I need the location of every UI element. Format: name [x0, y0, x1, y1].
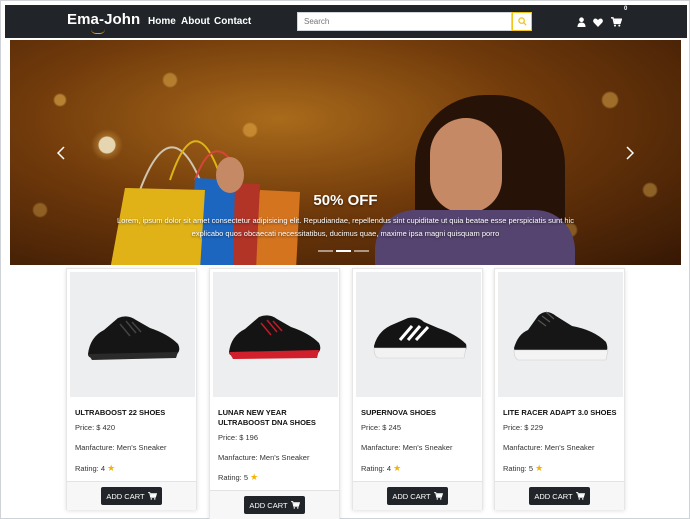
page-frame: Ema-John Home About Contact Search 0 50%… — [0, 0, 690, 519]
nav-link-home[interactable]: Home — [148, 16, 176, 27]
carousel-indicator-active[interactable] — [336, 250, 351, 252]
cart-icon[interactable] — [610, 16, 622, 28]
star-icon: ★ — [107, 463, 116, 473]
carousel-title: 50% OFF — [313, 192, 378, 209]
product-price: Price: $ 196 — [218, 433, 259, 442]
add-cart-label: ADD CART — [392, 491, 431, 501]
shoe-image — [229, 315, 321, 359]
carousel-indicators — [318, 250, 369, 252]
product-price: Price: $ 229 — [503, 423, 544, 432]
heart-icon[interactable] — [592, 16, 604, 28]
product-card: SUPERNOVA SHOES Price: $ 245 Manfacture:… — [352, 268, 483, 510]
brand-logo[interactable]: Ema-John — [67, 11, 140, 28]
product-name: ULTRABOOST 22 SHOES — [75, 408, 166, 417]
product-card: LUNAR NEW YEAR ULTRABOOST DNA SHOES Pric… — [209, 268, 340, 519]
shoe-image — [373, 317, 467, 359]
product-rating: Rating: 5 ★ — [218, 472, 258, 483]
hero-carousel: 50% OFF Lorem, ipsum dolor sit amet cons… — [10, 40, 681, 265]
product-rating: Rating: 4 ★ — [361, 463, 401, 474]
product-name: LUNAR NEW YEAR ULTRABOOST DNA SHOES — [218, 408, 316, 427]
product-rating-text: Rating: 4 — [75, 464, 106, 473]
product-manufacturer: Manfacture: Men's Sneaker — [503, 443, 595, 452]
product-manufacturer: Manfacture: Men's Sneaker — [218, 453, 310, 462]
product-rating-text: Rating: 4 — [361, 464, 392, 473]
add-cart-label: ADD CART — [249, 500, 288, 510]
nav-link-about[interactable]: About — [181, 16, 210, 27]
user-icon[interactable] — [575, 16, 587, 28]
nav-link-contact[interactable]: Contact — [214, 16, 251, 27]
star-icon: ★ — [535, 463, 544, 473]
shoe-image — [513, 311, 609, 361]
search-input[interactable] — [297, 12, 512, 31]
card-footer: ADD CART — [353, 481, 482, 510]
cart-icon — [147, 492, 157, 500]
brand-smile-mark — [91, 29, 105, 34]
product-price: Price: $ 245 — [361, 423, 402, 432]
card-footer: ADD CART — [210, 490, 339, 519]
add-cart-button[interactable]: ADD CART — [529, 487, 590, 505]
chevron-left-icon — [57, 146, 65, 160]
product-rating-text: Rating: 5 — [218, 473, 249, 482]
carousel-text: Lorem, ipsum dolor sit amet consectetur … — [117, 216, 574, 238]
search-icon — [517, 17, 527, 26]
add-cart-label: ADD CART — [534, 491, 573, 501]
product-rating: Rating: 4 ★ — [75, 463, 115, 474]
product-manufacturer: Manfacture: Men's Sneaker — [361, 443, 453, 452]
add-cart-label: ADD CART — [106, 491, 145, 501]
cart-icon — [433, 492, 443, 500]
carousel-indicator[interactable] — [318, 250, 333, 252]
product-name: LITE RACER ADAPT 3.0 SHOES — [503, 408, 617, 417]
search-button[interactable] — [512, 12, 532, 31]
product-price: Price: $ 420 — [75, 423, 116, 432]
product-image[interactable] — [356, 272, 481, 397]
card-footer: ADD CART — [67, 481, 196, 510]
star-icon: ★ — [393, 463, 402, 473]
cart-icon — [290, 501, 300, 509]
add-cart-button[interactable]: ADD CART — [387, 487, 448, 505]
product-rating-text: Rating: 5 — [503, 464, 534, 473]
product-card: LITE RACER ADAPT 3.0 SHOES Price: $ 229 … — [494, 268, 625, 510]
product-name: SUPERNOVA SHOES — [361, 408, 437, 417]
carousel-indicator[interactable] — [354, 250, 369, 252]
add-cart-button[interactable]: ADD CART — [101, 487, 162, 505]
add-cart-button[interactable]: ADD CART — [244, 496, 305, 514]
star-icon: ★ — [250, 472, 259, 482]
carousel-prev-button[interactable] — [55, 144, 67, 162]
product-image[interactable] — [213, 272, 338, 397]
cart-icon — [575, 492, 585, 500]
navbar: Ema-John Home About Contact Search 0 — [5, 5, 687, 38]
product-image[interactable] — [498, 272, 623, 397]
shoe-image — [88, 316, 180, 360]
carousel-next-button[interactable] — [624, 144, 636, 162]
product-card: ULTRABOOST 22 SHOES Price: $ 420 Manfact… — [66, 268, 197, 510]
chevron-right-icon — [626, 146, 634, 160]
product-rating: Rating: 5 ★ — [503, 463, 543, 474]
cart-count-badge: 0 — [624, 6, 628, 12]
product-manufacturer: Manfacture: Men's Sneaker — [75, 443, 167, 452]
product-image[interactable] — [70, 272, 195, 397]
card-footer: ADD CART — [495, 481, 624, 510]
